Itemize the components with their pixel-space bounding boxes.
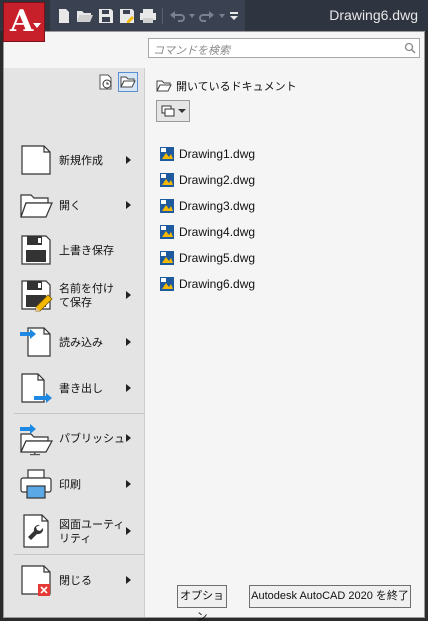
printer-icon (18, 466, 54, 502)
open-document-item[interactable]: Drawing2.dwg (159, 170, 255, 190)
new-document-icon (18, 142, 54, 178)
menu-item-save-as[interactable]: 名前を付け て保存 (4, 273, 145, 317)
document-name: Drawing3.dwg (179, 199, 256, 213)
dwg-file-icon (160, 277, 174, 291)
folder-icon (156, 80, 172, 92)
document-name: Drawing4.dwg (179, 225, 256, 239)
menu-item-drawing-utilities[interactable]: 図面ユーティ リティ (4, 509, 145, 553)
menu-item-print[interactable]: 印刷 (4, 462, 145, 506)
chevron-right-icon (126, 576, 131, 584)
export-icon (18, 370, 54, 406)
open-documents-heading: 開いているドキュメント (176, 80, 297, 93)
menu-item-label: 新規作成 (59, 154, 103, 167)
document-name: Drawing5.dwg (179, 251, 256, 265)
menu-item-export[interactable]: 書き出し (4, 366, 145, 410)
title-bar: Drawing6.dwg (0, 0, 428, 31)
chevron-down-icon (33, 23, 41, 28)
dwg-file-icon (160, 199, 174, 213)
recent-documents-icon[interactable] (96, 72, 116, 92)
menu-item-label: 読み込み (59, 336, 103, 349)
chevron-right-icon (126, 291, 131, 299)
open-document-item[interactable]: Drawing3.dwg (159, 196, 255, 216)
exit-autocad-button[interactable]: Autodesk AutoCAD 2020 を終了 (249, 585, 411, 608)
menu-item-label: 上書き保存 (59, 244, 114, 257)
menu-item-close[interactable]: 閉じる (4, 558, 145, 602)
left-toolbar (96, 72, 138, 92)
open-document-item[interactable]: Drawing5.dwg (159, 248, 255, 268)
menu-divider (14, 413, 145, 414)
menu-item-label: 閉じる (59, 574, 92, 587)
open-documents-panel: 開いているドキュメント Drawing1.dwg Drawing2.dwg Dr… (146, 68, 424, 617)
dwg-file-icon (160, 173, 174, 187)
toolbar-separator (162, 7, 163, 24)
application-menu-button[interactable]: A (3, 2, 45, 42)
menu-item-label-line2: て保存 (59, 296, 92, 309)
menu-item-label: パブリッシュ (59, 432, 125, 445)
open-folder-icon (18, 187, 54, 223)
open-documents-header: 開いているドキュメント (156, 78, 297, 94)
menu-item-save[interactable]: 上書き保存 (4, 228, 145, 272)
redo-icon[interactable] (197, 5, 217, 27)
view-options-dropdown[interactable] (156, 100, 190, 122)
app-logo-letter: A (10, 4, 34, 39)
customize-icon[interactable] (227, 5, 241, 27)
save-disk-icon (18, 232, 54, 268)
open-document-item[interactable]: Drawing1.dwg (159, 144, 255, 164)
search-input[interactable]: コマンドを検索 (148, 38, 420, 58)
document-name: Drawing6.dwg (179, 277, 256, 291)
dwg-file-icon (160, 225, 174, 239)
menu-left-column: 新規作成 開く 上書き保存 名前を付け て保存 読み込み 書き出し パブリッシュ… (4, 68, 145, 617)
new-icon[interactable] (54, 5, 74, 27)
menu-item-label-line1: 名前を付け (59, 282, 114, 295)
menu-divider (14, 554, 145, 555)
menu-item-label: 書き出し (59, 382, 103, 395)
menu-item-new[interactable]: 新規作成 (4, 138, 145, 182)
chevron-right-icon (126, 156, 131, 164)
options-button[interactable]: オプション (177, 585, 227, 621)
import-icon (18, 324, 54, 360)
menu-item-label: 印刷 (59, 478, 81, 491)
chevron-right-icon (126, 384, 131, 392)
open-document-item[interactable]: Drawing4.dwg (159, 222, 255, 242)
chevron-right-icon (126, 201, 131, 209)
search-icon[interactable] (403, 41, 417, 55)
menu-item-label: 開く (59, 199, 81, 212)
dwg-file-icon (160, 147, 174, 161)
plot-icon[interactable] (138, 5, 158, 27)
save-icon[interactable] (96, 5, 116, 27)
window-title: Drawing6.dwg (329, 7, 418, 23)
undo-icon[interactable] (167, 5, 187, 27)
quick-access-toolbar (50, 0, 245, 31)
application-menu: コマンドを検索 新規作成 開く 上書き保存 名前を付け て保存 読み込み 書き出… (3, 31, 425, 621)
dwg-file-icon (160, 251, 174, 265)
view-icon (161, 105, 174, 117)
menu-item-publish[interactable]: パブリッシュ (4, 416, 145, 460)
undo-dropdown-icon[interactable] (188, 5, 196, 27)
save-as-disk-icon (18, 277, 54, 313)
open-icon[interactable] (75, 5, 95, 27)
chevron-right-icon (126, 527, 131, 535)
chevron-down-icon (177, 109, 186, 113)
menu-item-label-line1: 図面ユーティ (59, 518, 125, 531)
chevron-right-icon (126, 480, 131, 488)
close-document-icon (18, 562, 54, 598)
open-documents-icon[interactable] (118, 72, 138, 92)
wrench-document-icon (18, 513, 54, 549)
search-placeholder: コマンドを検索 (153, 44, 230, 57)
document-name: Drawing2.dwg (179, 173, 256, 187)
document-name: Drawing1.dwg (179, 147, 256, 161)
save-as-icon[interactable] (117, 5, 137, 27)
menu-item-open[interactable]: 開く (4, 183, 145, 227)
open-document-item[interactable]: Drawing6.dwg (159, 274, 255, 294)
menu-item-import[interactable]: 読み込み (4, 320, 145, 364)
menu-item-label-line2: リティ (59, 532, 92, 545)
redo-dropdown-icon[interactable] (218, 5, 226, 27)
chevron-right-icon (126, 338, 131, 346)
chevron-right-icon (126, 434, 131, 442)
publish-icon (18, 420, 54, 456)
